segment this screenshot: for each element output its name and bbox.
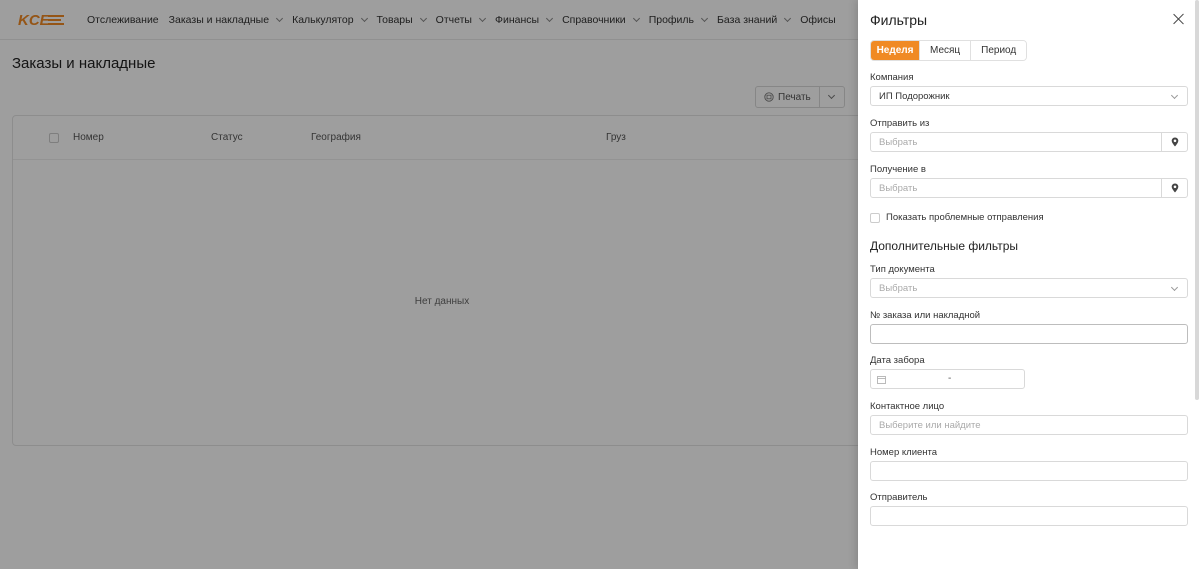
company-value: ИП Подорожник [879,90,950,102]
drawer-title: Фильтры [870,12,928,28]
extra-filters-title: Дополнительные фильтры [870,239,1019,253]
problem-shipments-checkbox[interactable] [870,212,880,223]
contact-label: Контактное лицо [870,401,945,412]
doc-type-select[interactable]: Выбрать [870,278,1188,298]
doc-type-label: Тип документа [870,264,935,275]
calendar-icon [877,375,886,384]
send-from-label: Отправить из [870,118,930,129]
close-icon[interactable] [1173,13,1185,25]
modal-overlay[interactable] [0,0,858,569]
send-from-input[interactable]: Выбрать [870,132,1188,152]
date-separator: - [948,373,952,384]
tab-month[interactable]: Месяц [920,41,972,60]
chevron-down-icon [1170,91,1179,100]
contact-select[interactable]: Выберите или найдите [870,415,1188,435]
doc-type-placeholder: Выбрать [879,282,918,294]
contact-placeholder: Выберите или найдите [879,419,981,431]
send-from-placeholder: Выбрать [879,136,918,148]
tab-week[interactable]: Неделя [871,41,920,60]
problem-shipments-label: Показать проблемные отправления [886,212,1044,223]
sender-input[interactable] [870,506,1188,526]
chevron-down-icon [1170,283,1179,292]
drawer-scrollbar[interactable] [1195,0,1199,400]
filters-drawer: Фильтры Неделя Месяц Период Компания ИП … [858,0,1200,569]
company-label: Компания [870,72,914,83]
pickup-date-range[interactable]: - [870,369,1025,389]
client-no-label: Номер клиента [870,447,938,458]
order-no-input[interactable] [870,324,1188,344]
sender-label: Отправитель [870,492,928,503]
company-select[interactable]: ИП Подорожник [870,86,1188,106]
receive-in-placeholder: Выбрать [879,182,918,194]
receive-in-input[interactable]: Выбрать [870,178,1188,198]
receive-in-label: Получение в [870,164,926,175]
location-pin-icon[interactable] [1161,133,1187,151]
tab-period[interactable]: Период [971,41,1027,60]
problem-shipments-row[interactable]: Показать проблемные отправления [870,212,1044,223]
location-pin-icon[interactable] [1161,179,1187,197]
pickup-date-label: Дата забора [870,355,925,366]
period-tabs: Неделя Месяц Период [870,40,1028,61]
order-no-label: № заказа или накладной [870,310,981,321]
client-no-input[interactable] [870,461,1188,481]
